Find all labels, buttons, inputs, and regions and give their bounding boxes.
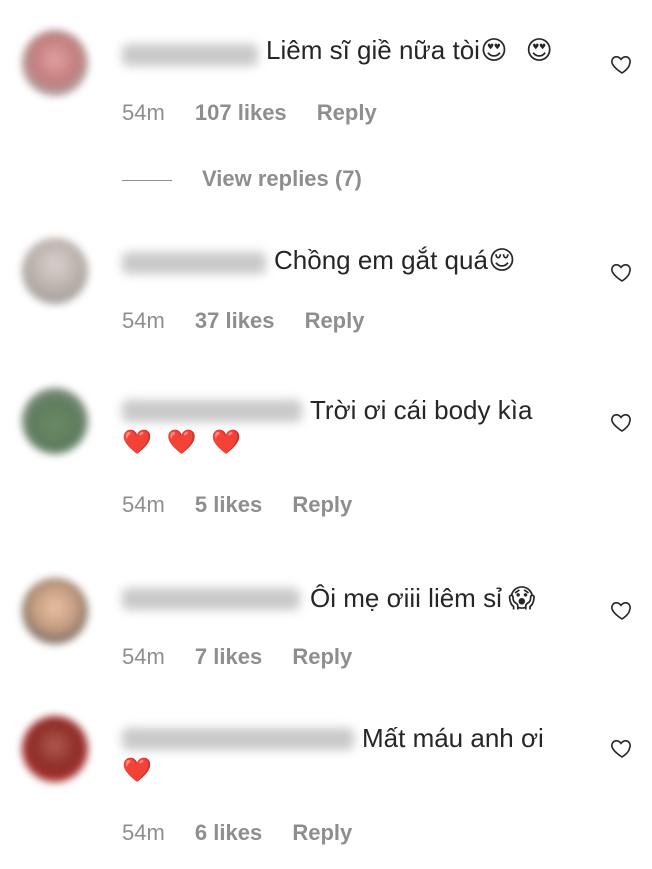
reply-button[interactable]: Reply	[292, 644, 352, 670]
comment-meta: 54m 107 likes Reply	[122, 100, 377, 126]
emoji-red-heart-icon: ❤️	[122, 757, 152, 784]
comment-text: Ôi mẹ ơiii liêm sỉ 😱	[310, 580, 536, 616]
username[interactable]	[122, 400, 302, 422]
username[interactable]	[122, 728, 354, 750]
emoji-heart-eyes-icon: 😍	[525, 35, 553, 65]
emoji-red-heart-icon: ❤️	[122, 429, 152, 456]
view-replies-label[interactable]: View replies (7)	[202, 166, 362, 191]
comment-meta: 54m 6 likes Reply	[122, 820, 352, 846]
heart-outline-icon[interactable]	[610, 52, 634, 76]
comment-text: Chồng em gắt quá😌	[274, 242, 516, 278]
likes-count[interactable]: 107 likes	[195, 100, 287, 126]
heart-outline-icon[interactable]	[610, 736, 634, 760]
emoji-line: ❤️ ❤️ ❤️	[122, 428, 242, 458]
avatar[interactable]	[22, 388, 88, 454]
comment-text-body: Liêm sĩ giề nữa tòi	[266, 35, 480, 65]
username[interactable]	[122, 252, 266, 274]
comment-time[interactable]: 54m	[122, 308, 165, 334]
comment-meta: 54m 5 likes Reply	[122, 492, 352, 518]
emoji-line: ❤️	[122, 756, 152, 786]
comment-text: Trời ơi cái body kìa	[310, 392, 532, 428]
comment-time[interactable]: 54m	[122, 492, 165, 518]
comment-text-body: Chồng em gắt quá	[274, 245, 488, 275]
emoji-screaming-face-icon: 😱	[508, 583, 536, 613]
comment-time[interactable]: 54m	[122, 100, 165, 126]
comment-meta: 54m 7 likes Reply	[122, 644, 352, 670]
heart-outline-icon[interactable]	[610, 598, 634, 622]
likes-count[interactable]: 5 likes	[195, 492, 262, 518]
likes-count[interactable]: 6 likes	[195, 820, 262, 846]
comment-text-body: Trời ơi cái body kìa	[310, 395, 533, 425]
emoji-heart-eyes-icon: 😍	[480, 35, 508, 65]
username[interactable]	[122, 588, 300, 610]
reply-button[interactable]: Reply	[292, 820, 352, 846]
comment-text-body: Mất máu anh ơi	[362, 723, 544, 753]
emoji-red-heart-icon: ❤️	[166, 429, 197, 456]
likes-count[interactable]: 37 likes	[195, 308, 275, 334]
avatar[interactable]	[22, 238, 88, 304]
avatar[interactable]	[22, 578, 88, 644]
comment-text-body: Ôi mẹ ơiii liêm sỉ	[310, 583, 502, 613]
emoji-relieved-icon: 😌	[488, 245, 516, 275]
heart-outline-icon[interactable]	[610, 410, 634, 434]
avatar[interactable]	[22, 30, 88, 96]
view-replies-line	[122, 179, 172, 181]
comment-meta: 54m 37 likes Reply	[122, 308, 364, 334]
comment-time[interactable]: 54m	[122, 644, 165, 670]
comment-time[interactable]: 54m	[122, 820, 165, 846]
comment-text: Liêm sĩ giề nữa tòi😍 😍	[266, 32, 553, 68]
emoji-red-heart-icon: ❤️	[211, 429, 242, 456]
reply-button[interactable]: Reply	[305, 308, 365, 334]
heart-outline-icon[interactable]	[610, 260, 634, 284]
username[interactable]	[122, 44, 258, 66]
avatar[interactable]	[22, 716, 88, 782]
reply-button[interactable]: Reply	[317, 100, 377, 126]
view-replies-button[interactable]: View replies (7)	[122, 166, 362, 192]
comment-text: Mất máu anh ơi	[362, 720, 544, 756]
likes-count[interactable]: 7 likes	[195, 644, 262, 670]
reply-button[interactable]: Reply	[292, 492, 352, 518]
